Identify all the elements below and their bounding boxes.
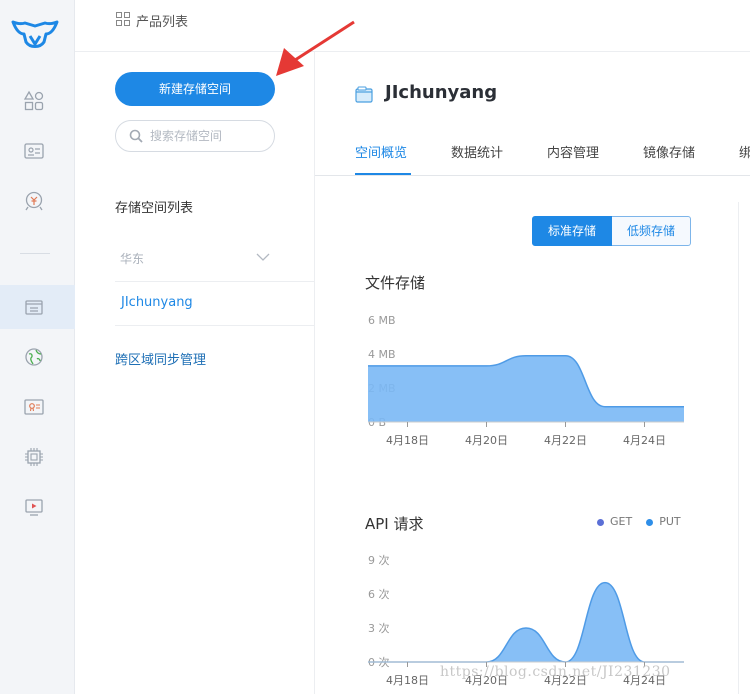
tab-bar: 空间概览 数据统计 内容管理 镜像存储 绑: [315, 138, 750, 176]
legend-label: PUT: [659, 515, 681, 528]
api-requests-title: API 请求: [365, 515, 424, 533]
standard-storage-button[interactable]: 标准存储: [532, 216, 613, 246]
legend-get[interactable]: GET: [597, 515, 632, 528]
low-frequency-storage-button[interactable]: 低频存储: [612, 216, 692, 246]
bucket-list-title: 存储空间列表: [115, 201, 194, 216]
logo-icon[interactable]: [10, 14, 60, 52]
products-icon[interactable]: [23, 90, 45, 112]
legend-dot: [597, 518, 604, 526]
file-storage-title: 文件存储: [365, 274, 426, 292]
bucket-item-jichunyang[interactable]: JIchunyang: [121, 295, 193, 310]
product-list-link[interactable]: 产品列表: [136, 11, 188, 30]
cdn-globe-icon[interactable]: [23, 346, 45, 368]
region-selector-label[interactable]: 华东: [120, 250, 144, 267]
search-icon: [129, 129, 143, 143]
left-rail: [0, 0, 75, 694]
active-tab-underline: [355, 173, 411, 175]
bucket-title: JIchunyang: [385, 82, 498, 103]
chip-icon[interactable]: [23, 446, 45, 468]
tab-mirror[interactable]: 镜像存储: [643, 142, 695, 161]
storage-icon[interactable]: [23, 296, 45, 318]
bucket-search: [115, 120, 275, 152]
bucket-sidebar: 新建存储空间 存储空间列表 华东 JIchunyang 跨区域同步管理: [75, 52, 315, 694]
tab-content[interactable]: 内容管理: [547, 142, 599, 161]
tab-binding[interactable]: 绑: [739, 142, 750, 161]
rail-divider: [20, 253, 50, 254]
new-bucket-button[interactable]: 新建存储空间: [115, 72, 275, 106]
divider: [115, 325, 315, 326]
certificate-icon[interactable]: [23, 396, 45, 418]
tab-overview[interactable]: 空间概览: [355, 142, 407, 161]
divider: [115, 281, 315, 282]
legend-dot: [646, 518, 654, 526]
top-bar: 产品列表: [75, 0, 750, 52]
watermark-text: https://blog.csdn.net/JI231230: [440, 664, 671, 680]
bucket-overview: JIchunyang 空间概览 数据统计 内容管理 镜像存储 绑 标准存储 低频…: [315, 52, 750, 694]
cross-region-sync-link[interactable]: 跨区域同步管理: [115, 349, 206, 368]
bucket-search-input[interactable]: [150, 127, 268, 145]
media-icon[interactable]: [23, 496, 45, 518]
panel-divider: [738, 202, 739, 694]
chevron-down-icon[interactable]: [256, 252, 270, 262]
grid-icon[interactable]: [116, 12, 130, 26]
billing-icon[interactable]: [23, 190, 45, 212]
bucket-folder-icon: [355, 86, 373, 103]
legend-put[interactable]: PUT: [646, 515, 681, 528]
legend-label: GET: [610, 515, 633, 528]
tab-statistics[interactable]: 数据统计: [451, 142, 503, 161]
id-card-icon[interactable]: [23, 140, 45, 162]
storage-type-toggle: 标准存储 低频存储: [532, 216, 692, 246]
api-legend: GET PUT: [597, 515, 681, 528]
red-arrow-annotation: [276, 20, 355, 76]
